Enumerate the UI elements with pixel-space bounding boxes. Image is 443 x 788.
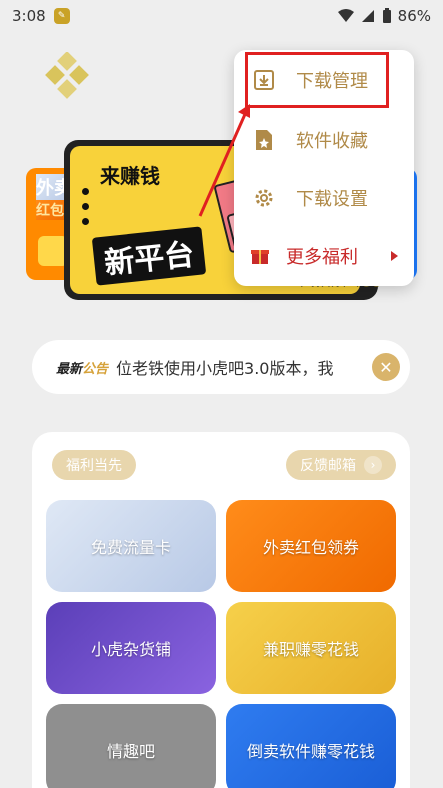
download-icon (252, 68, 276, 92)
gear-icon (252, 186, 276, 210)
tile-qingqu[interactable]: 情趣吧 (46, 704, 216, 788)
tile-label: 倒卖软件赚零花钱 (246, 742, 375, 761)
status-bar: 3:08 ✎ 86% (0, 0, 443, 32)
menu-item-download-manager[interactable]: 下载管理 (234, 52, 414, 108)
menu-item-label: 下载管理 (296, 71, 368, 92)
battery-percent: 86% (397, 7, 431, 25)
overflow-menu: 下载管理 软件收藏 下载设置 更多福利 (234, 50, 414, 286)
side-card-line2: 红包 (36, 200, 64, 220)
tile-label: 免费流量卡 (90, 538, 171, 557)
tile-label: 情趣吧 (106, 742, 155, 761)
menu-item-label: 软件收藏 (296, 131, 368, 152)
menu-item-label: 更多福利 (286, 247, 358, 268)
announcement-tag: 最新公告 (56, 361, 109, 377)
app-logo (45, 52, 89, 99)
menu-item-more-welfare[interactable]: 更多福利 (234, 228, 414, 284)
favorite-file-icon (252, 128, 276, 152)
tile-resell-software[interactable]: 倒卖软件赚零花钱 (226, 704, 396, 788)
tile-label: 小虎杂货铺 (90, 640, 171, 659)
tile-label: 兼职赚零花钱 (262, 640, 359, 659)
welfare-first-pill[interactable]: 福利当先 (52, 450, 136, 480)
announcement-bar[interactable]: 最新公告 位老铁使用小虎吧3.0版本，我 ✕ (32, 340, 410, 394)
gift-icon (248, 244, 272, 268)
banner-dots (82, 188, 89, 233)
menu-item-download-settings[interactable]: 下载设置 (234, 170, 414, 226)
announcement-text: 位老铁使用小虎吧3.0版本，我 (116, 359, 334, 378)
wifi-icon (337, 9, 354, 22)
battery-icon (382, 8, 391, 23)
status-right: 86% (337, 7, 431, 25)
app-notification-icon: ✎ (53, 8, 70, 24)
tile-delivery-coupon[interactable]: 外卖红包领券 (226, 500, 396, 592)
menu-item-software-favorites[interactable]: 软件收藏 (234, 112, 414, 168)
tile-part-time-job[interactable]: 兼职赚零花钱 (226, 602, 396, 694)
banner-big-text: 新平台 (91, 226, 207, 286)
close-icon[interactable]: ✕ (372, 353, 400, 381)
tile-free-data-card[interactable]: 免费流量卡 (46, 500, 216, 592)
menu-item-label: 下载设置 (296, 189, 368, 210)
tile-grocery-shop[interactable]: 小虎杂货铺 (46, 602, 216, 694)
status-time: 3:08 (12, 7, 46, 25)
banner-title: 来赚钱 (100, 164, 160, 188)
signal-icon (361, 10, 374, 22)
caret-right-icon (391, 251, 398, 261)
feedback-email-button[interactable]: 反馈邮箱 › (286, 450, 396, 480)
chevron-right-icon: › (364, 456, 382, 474)
tile-label: 外卖红包领券 (262, 538, 359, 557)
